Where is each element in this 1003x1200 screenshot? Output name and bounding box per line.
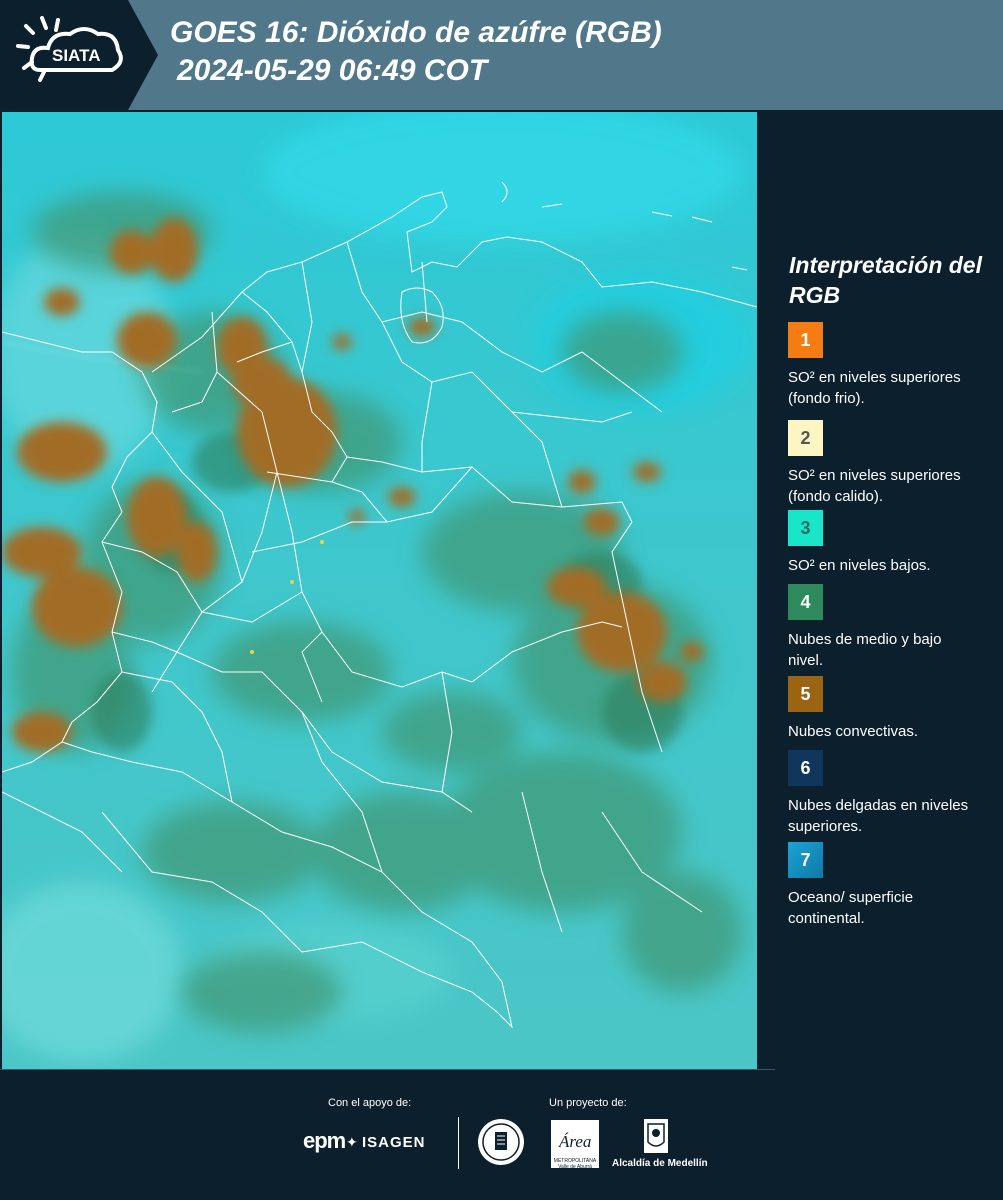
legend-title: Interpretación del RGB bbox=[789, 252, 982, 308]
legend-swatch-7: 7 bbox=[788, 842, 823, 878]
sponsors-footer: Con el apoyo de: Un proyecto de: epm ✦ I… bbox=[0, 1069, 1003, 1200]
legend-swatch-2: 2 bbox=[788, 420, 823, 456]
epm-logo: epm bbox=[303, 1128, 346, 1153]
project-label: Un proyecto de: bbox=[549, 1097, 627, 1109]
legend-item-2: 2 SO² en niveles superiores (fondo calid… bbox=[788, 420, 993, 507]
footer-divider bbox=[0, 1069, 775, 1070]
alcaldia-logo-text: Alcaldía de Medellín bbox=[612, 1158, 708, 1169]
legend-item-5: 5 Nubes convectivas. bbox=[788, 676, 993, 742]
page-title: GOES 16: Dióxido de azúfre (RGB) 2024-05… bbox=[170, 14, 662, 90]
university-seal-icon bbox=[478, 1119, 524, 1165]
legend-swatch-1: 1 bbox=[788, 322, 823, 358]
isagen-icon: ✦ bbox=[346, 1134, 358, 1150]
legend-swatch-5: 5 bbox=[788, 676, 823, 712]
legend-label-7: Oceano/ superficie continental. bbox=[788, 889, 914, 927]
legend-item-6: 6 Nubes delgadas en niveles superiores. bbox=[788, 750, 993, 837]
legend-number-6: 6 bbox=[800, 757, 811, 778]
siata-logo-text: SIATA bbox=[52, 46, 101, 65]
legend-number-4: 4 bbox=[800, 591, 811, 612]
rgb-legend-panel: Interpretación del RGB 1 SO² en niveles … bbox=[760, 110, 1003, 1070]
area-logo-text: Área bbox=[559, 1132, 592, 1151]
legend-item-1: 1 SO² en niveles superiores (fondo frio)… bbox=[788, 322, 993, 409]
legend-label-4: Nubes de medio y bajo nivel. bbox=[788, 631, 942, 669]
legend-swatch-4: 4 bbox=[788, 584, 823, 620]
header-bar: SIATA GOES 16: Dióxido de azúfre (RGB) 2… bbox=[0, 0, 1003, 110]
footer-separator bbox=[458, 1117, 459, 1169]
legend-item-7: 7 Oceano/ superficie continental. bbox=[788, 842, 993, 929]
title-line-2: 2024-05-29 06:49 COT bbox=[177, 54, 488, 87]
legend-item-4: 4 Nubes de medio y bajo nivel. bbox=[788, 584, 993, 671]
siata-logo: SIATA bbox=[0, 0, 158, 110]
satellite-map bbox=[2, 112, 757, 1069]
title-line-1: GOES 16: Dióxido de azúfre (RGB) bbox=[170, 16, 662, 49]
legend-number-3: 3 bbox=[800, 517, 811, 538]
legend-number-5: 5 bbox=[800, 683, 811, 704]
alcaldia-shield-icon bbox=[644, 1119, 668, 1153]
legend-number-1: 1 bbox=[800, 329, 811, 350]
legend-label-3: SO² en niveles bajos. bbox=[788, 557, 931, 574]
legend-swatch-6: 6 bbox=[788, 750, 823, 786]
legend-label-5: Nubes convectivas. bbox=[788, 723, 919, 740]
legend-number-7: 7 bbox=[800, 849, 811, 870]
legend-number-2: 2 bbox=[800, 427, 811, 448]
legend-label-2: SO² en niveles superiores (fondo calido)… bbox=[788, 467, 961, 505]
support-label: Con el apoyo de: bbox=[328, 1097, 412, 1109]
legend-label-6: Nubes delgadas en niveles superiores. bbox=[788, 797, 969, 835]
isagen-logo: ISAGEN bbox=[362, 1134, 426, 1151]
area-logo-caption: METROPOLITANA Valle de Aburrá bbox=[553, 1158, 597, 1170]
legend-label-1: SO² en niveles superiores (fondo frio). bbox=[788, 369, 961, 407]
legend-swatch-3: 3 bbox=[788, 510, 823, 546]
legend-item-3: 3 SO² en niveles bajos. bbox=[788, 510, 993, 576]
